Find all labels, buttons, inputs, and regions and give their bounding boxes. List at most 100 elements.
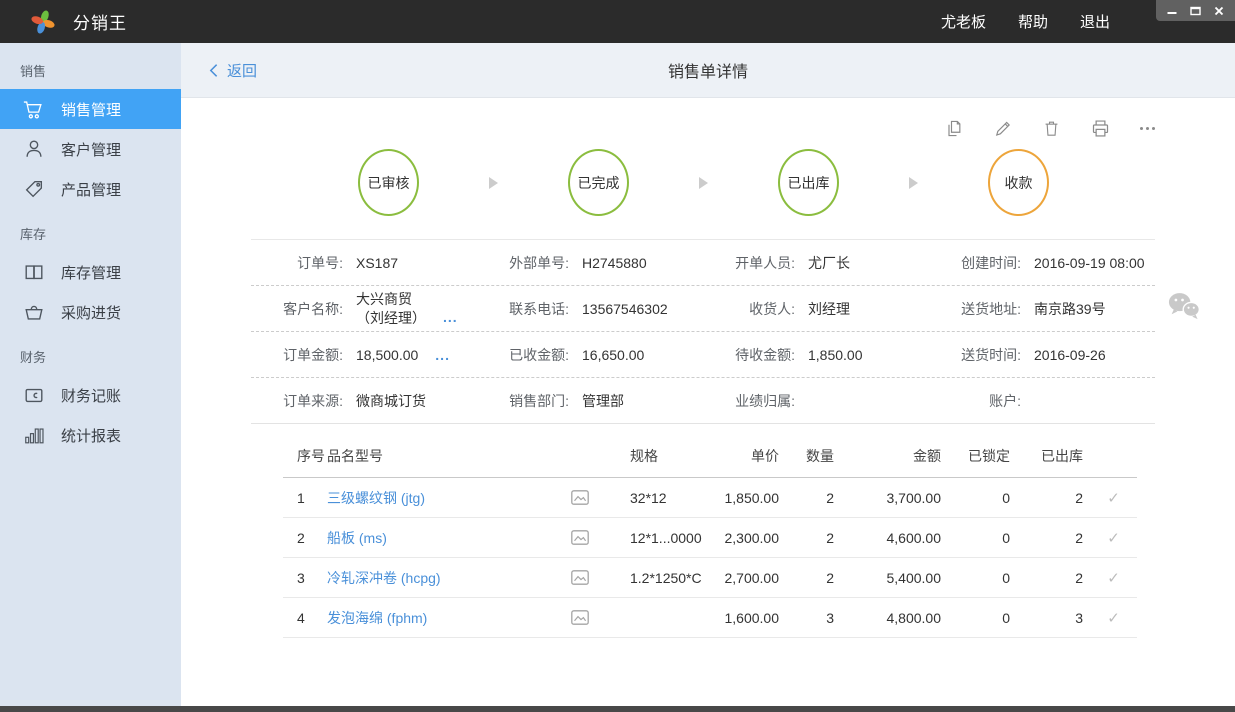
titlebar: 分销王 尤老板 帮助 退出 [0, 0, 1235, 43]
cart-icon [22, 98, 45, 121]
image-placeholder-icon[interactable] [560, 530, 600, 545]
field-attribution: 业绩归属: [735, 392, 795, 409]
shipped-check-icon: ✓ [1107, 609, 1120, 627]
logo-area: 分销王 [30, 9, 127, 35]
info-row: 客户名称: 大兴商贸 （刘经理） ... 联系电话: 13567546302 收… [251, 286, 1155, 332]
delete-icon[interactable] [1042, 118, 1061, 139]
page-title: 销售单详情 [667, 64, 748, 81]
field-phone: 联系电话: 13567546302 [509, 300, 668, 317]
app-logo-pinwheel-icon [30, 9, 56, 35]
page-header: 返回 销售单详情 [181, 43, 1235, 98]
maximize-icon[interactable] [1189, 4, 1203, 18]
minimize-icon[interactable] [1165, 4, 1179, 18]
field-created-time: 创建时间: 2016-09-19 08:00 [961, 254, 1145, 271]
order-detail: 已审核 已完成 已出库 收款 订单号: XS187 外部单号: H2745880… [181, 98, 1235, 712]
close-icon[interactable] [1212, 4, 1226, 18]
items-table: 序号 品名型号 规格 单价 数量 金额 已锁定 已出库 1 三级螺纹钢 (jtg… [283, 434, 1137, 638]
product-link[interactable]: 冷轧深冲卷 (hcpg) [327, 568, 560, 588]
flow-arrow-icon [699, 176, 708, 189]
print-icon[interactable] [1090, 118, 1111, 139]
table-row: 2 船板 (ms) 12*1...0000 2,300.00 2 4,600.0… [283, 518, 1137, 558]
sidebar-section-sales: 销售 [20, 64, 47, 79]
customer-more-link[interactable]: ... [443, 309, 458, 327]
field-creator: 开单人员: 尤厂长 [735, 254, 850, 271]
status-step-shipped: 已出库 [778, 149, 839, 216]
copy-icon[interactable] [944, 118, 964, 139]
amount-more-link[interactable]: ... [435, 347, 450, 365]
order-info-section: 订单号: XS187 外部单号: H2745880 开单人员: 尤厂长 创建时间… [251, 239, 1155, 424]
titlebar-menu: 尤老板 帮助 退出 [941, 11, 1110, 32]
field-external-no: 外部单号: H2745880 [509, 254, 647, 271]
sidebar-item-customer-management[interactable]: 客户管理 [0, 129, 181, 169]
bar-chart-icon [22, 424, 45, 447]
status-flow: 已审核 已完成 已出库 收款 [251, 140, 1155, 239]
field-pending-amount: 待收金额: 1,850.00 [735, 346, 863, 363]
table-row: 3 冷轧深冲卷 (hcpg) 1.2*1250*C 2,700.00 2 5,4… [283, 558, 1137, 598]
bottom-bar [0, 706, 1235, 712]
sidebar-item-label: 产品管理 [61, 181, 122, 199]
sidebar-item-label: 客户管理 [61, 141, 122, 159]
field-order-no: 订单号: XS187 [297, 254, 399, 271]
sidebar-item-purchasing[interactable]: 采购进货 [0, 292, 181, 332]
sidebar-item-label: 财务记账 [61, 387, 122, 405]
product-link[interactable]: 船板 (ms) [327, 528, 560, 548]
sidebar-item-finance-bookkeeping[interactable]: 财务记账 [0, 375, 181, 415]
sidebar-item-label: 库存管理 [61, 264, 122, 282]
sidebar-item-label: 销售管理 [61, 101, 122, 119]
flow-arrow-icon [909, 176, 918, 189]
product-link[interactable]: 发泡海绵 (fphm) [327, 608, 560, 628]
person-icon [22, 138, 45, 161]
info-row: 订单号: XS187 外部单号: H2745880 开单人员: 尤厂长 创建时间… [251, 240, 1155, 286]
shipped-check-icon: ✓ [1107, 489, 1120, 507]
back-button[interactable]: 返回 [209, 60, 257, 81]
book-icon [22, 261, 45, 284]
detail-toolbar [251, 117, 1155, 140]
sidebar-item-label: 采购进货 [61, 304, 122, 322]
shipped-check-icon: ✓ [1107, 569, 1120, 587]
sidebar-item-product-management[interactable]: 产品管理 [0, 169, 181, 209]
field-account: 账户: [989, 392, 1021, 409]
field-sales-department: 销售部门: 管理部 [509, 392, 624, 409]
field-order-amount: 订单金额: 18,500.00 ... [283, 346, 450, 365]
user-menu[interactable]: 尤老板 [941, 11, 986, 32]
field-address: 送货地址: 南京路39号 [961, 300, 1106, 317]
field-order-source: 订单来源: 微商城订货 [283, 392, 426, 409]
table-row: 4 发泡海绵 (fphm) 1,600.00 3 4,800.00 0 3 ✓ [283, 598, 1137, 638]
sidebar: 销售 销售管理 客户管理 产品管理 库存 库存管理 采购进货 财务 财务记账 统… [0, 43, 181, 712]
window-controls [1156, 0, 1235, 21]
help-menu[interactable]: 帮助 [1018, 11, 1048, 32]
sidebar-item-sales-management[interactable]: 销售管理 [0, 89, 181, 129]
wallet-icon [22, 384, 45, 407]
table-header: 序号 品名型号 规格 单价 数量 金额 已锁定 已出库 [283, 434, 1137, 478]
info-row: 订单来源: 微商城订货 销售部门: 管理部 业绩归属: 账户: [251, 378, 1155, 424]
app-name: 分销王 [73, 14, 127, 33]
status-step-completed: 已完成 [568, 149, 629, 216]
sidebar-item-label: 统计报表 [61, 427, 122, 445]
status-step-audited: 已审核 [358, 149, 419, 216]
main-panel: 返回 销售单详情 已审核 已完成 已出库 收款 订单号: XS187 外部单号:… [181, 43, 1235, 712]
sidebar-section-inventory: 库存 [20, 227, 47, 242]
edit-icon[interactable] [993, 118, 1013, 139]
info-row: 订单金额: 18,500.00 ... 已收金额: 16,650.00 待收金额… [251, 332, 1155, 378]
image-placeholder-icon[interactable] [560, 610, 600, 625]
sidebar-item-inventory-management[interactable]: 库存管理 [0, 252, 181, 292]
status-step-collect-payment[interactable]: 收款 [988, 149, 1049, 216]
more-icon[interactable] [1140, 127, 1155, 130]
field-customer-name: 客户名称: 大兴商贸 （刘经理） ... [283, 291, 458, 327]
image-placeholder-icon[interactable] [560, 570, 600, 585]
field-receiver: 收货人: 刘经理 [749, 300, 850, 317]
image-placeholder-icon[interactable] [560, 490, 600, 505]
sidebar-item-statistics-report[interactable]: 统计报表 [0, 415, 181, 455]
basket-icon [22, 301, 45, 324]
product-link[interactable]: 三级螺纹钢 (jtg) [327, 488, 560, 508]
wechat-icon[interactable] [1167, 291, 1201, 326]
flow-arrow-icon [489, 176, 498, 189]
sidebar-section-finance: 财务 [20, 350, 47, 365]
field-delivery-time: 送货时间: 2016-09-26 [961, 346, 1106, 363]
table-row: 1 三级螺纹钢 (jtg) 32*12 1,850.00 2 3,700.00 … [283, 478, 1137, 518]
chevron-left-icon [209, 63, 218, 78]
tag-icon [22, 178, 45, 201]
field-received-amount: 已收金额: 16,650.00 [509, 346, 645, 363]
shipped-check-icon: ✓ [1107, 529, 1120, 547]
logout-menu[interactable]: 退出 [1080, 11, 1110, 32]
